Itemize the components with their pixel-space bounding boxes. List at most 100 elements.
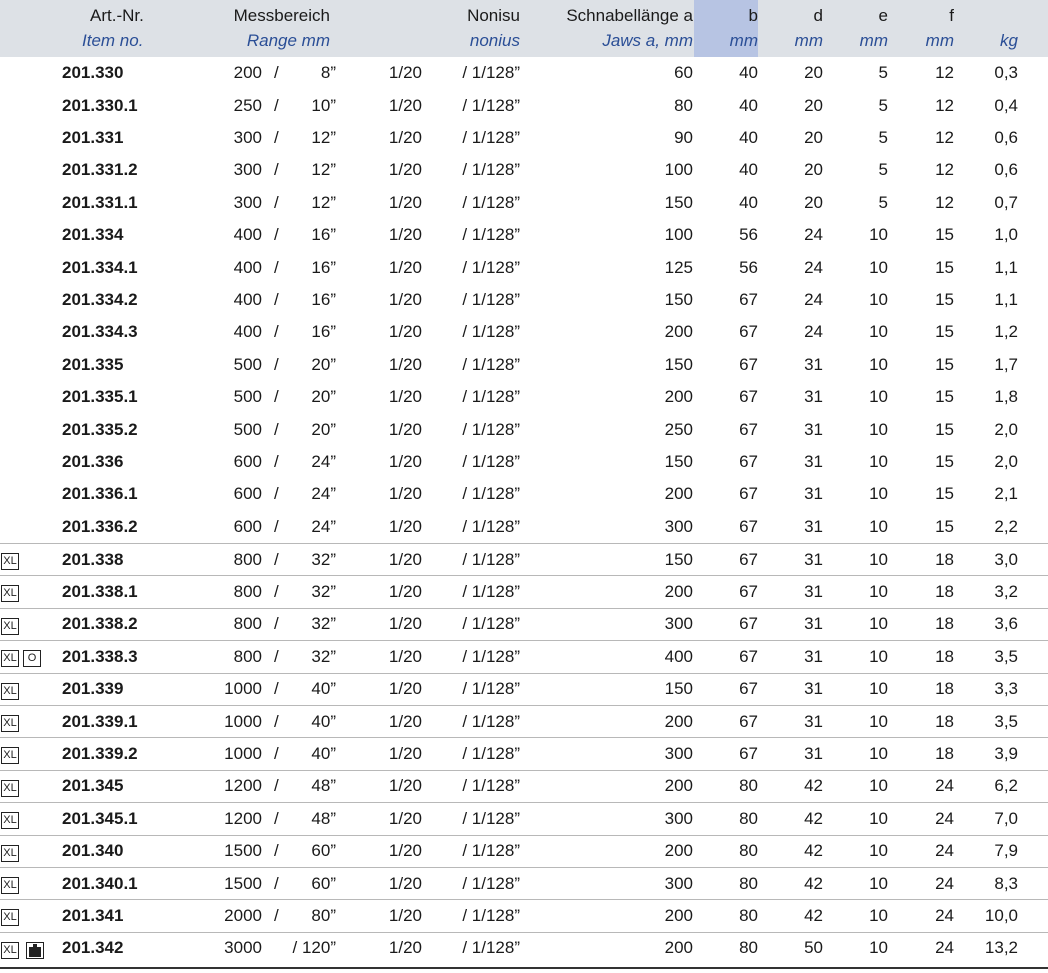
cell-kg: 1,1 [994,289,1018,309]
cell-a: 100 [664,225,693,245]
cell-b: 67 [739,322,758,342]
cell-inch: 32” [311,549,336,569]
cell-d: 31 [804,354,823,374]
cell-b: 80 [739,873,758,893]
xl-badge-icon: XL [1,812,19,830]
cell-sl: / [274,419,279,439]
cell-inch: 12” [311,160,336,180]
table-row: 201.336.2 600 / 24” 1/20 / 1/128” 300 67 31 10 15 2… [0,511,1048,543]
cell-b: 67 [739,354,758,374]
cell-a: 300 [664,744,693,764]
cell-b: 40 [739,95,758,115]
cell-b: 80 [739,841,758,861]
cell-e: 10 [869,451,888,471]
cell-kg: 3,6 [994,614,1018,634]
cell-kg: 3,9 [994,744,1018,764]
cell-inch: 16” [311,257,336,277]
cell-b: 80 [739,938,758,958]
cell-f: 18 [935,744,954,764]
cell-a: 300 [664,516,693,536]
cell-sl: / [274,484,279,504]
cell-sl: / [274,322,279,342]
cell-kg: 3,5 [994,711,1018,731]
cell-inch: 10” [311,95,336,115]
xl-badge-icon: XL [1,617,19,635]
cell-art: 201.339.2 [62,744,138,764]
cell-kg: 2,0 [994,419,1018,439]
cell-kg: 1,0 [994,225,1018,245]
cell-sl: / [274,225,279,245]
cell-n2: / 1/128” [462,192,520,212]
cell-art: 201.338.1 [62,582,138,602]
table-row: 201.331 300 / 12” 1/20 / 1/128” 90 40 20 5 12 0,6 [0,122,1048,154]
cell-kg: 0,7 [994,192,1018,212]
cell-b: 80 [739,906,758,926]
cell-sl: / [274,289,279,309]
cell-n2: / 1/128” [462,354,520,374]
cell-f: 18 [935,646,954,666]
cell-d: 31 [804,614,823,634]
cell-b: 40 [739,127,758,147]
table-row: 201.339.1 1000 / 40” 1/20 / 1/128” 200 67 31 10 18… [0,705,1048,737]
cell-e: 10 [869,322,888,342]
xl-badge-icon: XL [1,844,19,862]
cell-d: 24 [804,322,823,342]
cell-kg: 8,3 [994,873,1018,893]
cell-n1: 1/20 [388,127,422,147]
cell-b: 56 [739,257,758,277]
cell-kg: 3,5 [994,646,1018,666]
cell-inch: 24” [311,516,336,536]
cell-inch: 8” [320,63,336,83]
cell-kg: 2,2 [994,516,1018,536]
cell-e: 10 [869,906,888,926]
cell-inch: 20” [311,387,336,407]
cell-mm: 500 [233,354,262,374]
cell-a: 200 [664,841,693,861]
cell-n2: / 1/128” [462,549,520,569]
cell-n2: / 1/128” [462,160,520,180]
header-range-de: Messbereich [233,6,330,25]
cell-art: 201.334.2 [62,289,138,309]
header-d: d [813,6,823,25]
cell-mm: 200 [233,63,262,83]
cell-f: 15 [935,257,954,277]
cell-f: 18 [935,679,954,699]
table-row: 201.339.2 1000 / 40” 1/20 / 1/128” 300 67 31 10 18… [0,737,1048,769]
cell-n2: / 1/128” [462,873,520,893]
cell-a: 300 [664,808,693,828]
cell-art: 201.331.1 [62,192,138,212]
cell-mm: 800 [233,549,262,569]
cell-e: 10 [869,808,888,828]
cell-d: 20 [804,127,823,147]
cell-mm: 500 [233,387,262,407]
cell-inch: 48” [311,808,336,828]
table-row: 201.336.1 600 / 24” 1/20 / 1/128” 200 67 31 10 15 2… [0,478,1048,510]
cell-n1: 1/20 [388,63,422,83]
cell-e: 10 [869,257,888,277]
cell-art: 201.330.1 [62,95,138,115]
cell-d: 31 [804,646,823,666]
cell-n2: / 1/128” [462,419,520,439]
cell-a: 150 [664,354,693,374]
cell-mm: 1000 [224,744,262,764]
cell-d: 20 [804,95,823,115]
cell-art: 201.339 [62,679,124,699]
cell-e: 10 [869,711,888,731]
cell-n2: / 1/128” [462,451,520,471]
cell-mm: 800 [233,646,262,666]
table-row: 201.345.1 1200 / 48” 1/20 / 1/128” 300 80 42 10 24… [0,802,1048,834]
cell-inch: 48” [311,776,336,796]
cell-art: 201.331.2 [62,160,138,180]
cell-sl: / [274,549,279,569]
cell-f: 24 [935,841,954,861]
table-row: 201.338.1 800 / 32” 1/20 / 1/128” 200 67 31 10 18 3… [0,575,1048,607]
cell-mm: 500 [233,419,262,439]
cell-sl: / [274,906,279,926]
xl-badge-icon: XL [1,779,19,797]
header-e-unit: mm [859,31,888,50]
cell-inch: 16” [311,225,336,245]
cell-e: 5 [878,192,888,212]
cell-kg: 3,3 [994,679,1018,699]
cell-d: 24 [804,225,823,245]
cell-a: 150 [664,549,693,569]
